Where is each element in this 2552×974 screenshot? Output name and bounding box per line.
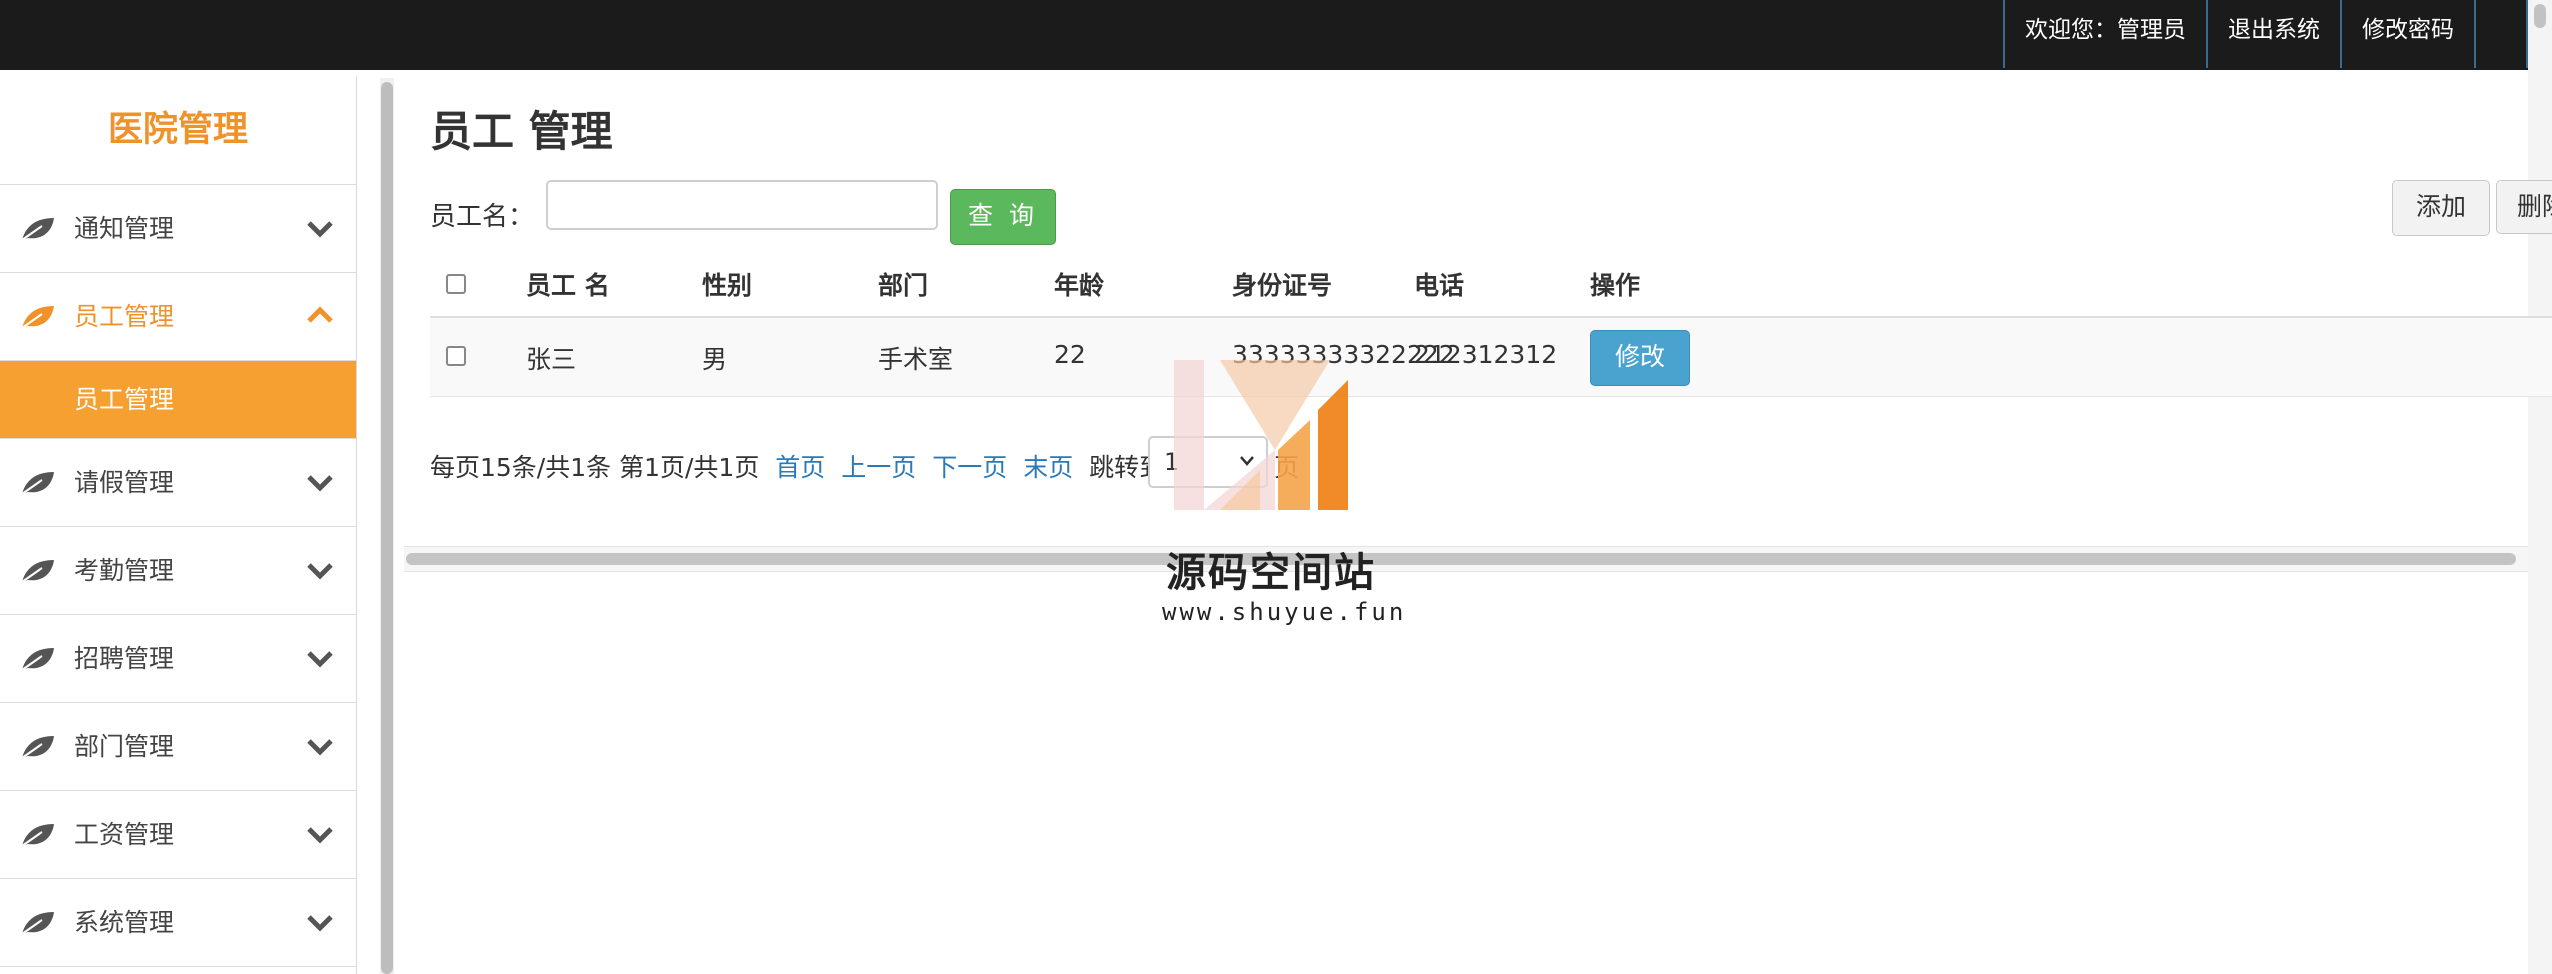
sidebar-subitem-staff[interactable]: 员工管理	[0, 361, 356, 439]
column-header: 员工 名	[526, 271, 610, 300]
sidebar-scroll-thumb[interactable]	[381, 82, 393, 974]
chevron-down-icon	[307, 221, 333, 238]
column-header: 性别	[702, 271, 753, 300]
leaf-icon	[21, 912, 54, 935]
change-password-link[interactable]: 修改密码	[2340, 0, 2474, 68]
watermark-url: www.shuyue.fun	[1162, 598, 1407, 626]
prev-page-link[interactable]: 上一页	[841, 453, 916, 482]
sidebar-item-department[interactable]: 部门管理	[0, 703, 356, 791]
sidebar-item-label: 招聘管理	[74, 644, 175, 673]
column-header: 年龄	[1054, 271, 1105, 300]
sidebar-brand: 医院管理	[0, 76, 356, 185]
leaf-icon	[21, 218, 54, 241]
sidebar-item-system[interactable]: 系统管理	[0, 879, 356, 967]
delete-button[interactable]: 删除	[2496, 180, 2552, 234]
leaf-icon	[21, 306, 54, 329]
sidebar-item-label: 员工管理	[74, 302, 175, 331]
cell-phone: 212312312	[1414, 340, 1558, 369]
table-header: 员工 名 性别 部门 年龄 身份证号 电话 操作	[430, 252, 2552, 318]
next-page-link[interactable]: 下一页	[932, 453, 1007, 482]
sidebar-item-staff[interactable]: 员工管理	[0, 273, 356, 361]
sidebar-item-leave[interactable]: 请假管理	[0, 439, 356, 527]
employee-table: 员工 名 性别 部门 年龄 身份证号 电话 操作 张三 男 手术室 22 333…	[430, 252, 2552, 397]
select-all-checkbox[interactable]	[446, 274, 466, 294]
leaf-icon	[21, 648, 54, 671]
page-title: 员工 管理	[430, 107, 613, 156]
horizontal-scroll-thumb[interactable]	[406, 553, 2516, 565]
sidebar-item-label: 请假管理	[74, 468, 175, 497]
chevron-down-icon	[307, 739, 333, 756]
welcome-text: 欢迎您：管理员	[2003, 0, 2206, 68]
first-page-link[interactable]: 首页	[775, 453, 825, 482]
cell-age: 22	[1054, 340, 1086, 369]
column-header: 电话	[1414, 271, 1465, 300]
sidebar-item-notice[interactable]: 通知管理	[0, 185, 356, 273]
sidebar-item-label: 考勤管理	[74, 556, 175, 585]
employee-name-input[interactable]	[546, 180, 938, 230]
leaf-icon	[21, 472, 54, 495]
leaf-icon	[21, 824, 54, 847]
pagination: 每页15条/共1条 第1页/共1页 首页 上一页 下一页 末页 跳转到第	[430, 448, 1189, 484]
sidebar: 医院管理 通知管理 员工管理 员工管理 请假管理 考勤管理 招聘管理 部门管理 …	[0, 76, 357, 974]
column-header: 部门	[878, 271, 929, 300]
sidebar-item-label: 部门管理	[74, 732, 175, 761]
sidebar-item-recruit[interactable]: 招聘管理	[0, 615, 356, 703]
top-navbar: 欢迎您：管理员 退出系统 修改密码	[0, 0, 2528, 70]
cell-gender: 男	[702, 345, 728, 374]
top-nav-menu: 欢迎您：管理员 退出系统 修改密码	[2003, 0, 2528, 68]
last-page-link[interactable]: 末页	[1023, 453, 1073, 482]
sidebar-scrollbar[interactable]	[380, 78, 394, 974]
main-content: 员工 管理 员工名： 查 询 添加 删除 员工 名 性别 部门 年龄 身份证号 …	[404, 72, 2552, 974]
nav-spacer	[2474, 0, 2528, 68]
leaf-icon	[21, 736, 54, 759]
column-header: 操作	[1590, 271, 1641, 300]
sidebar-item-label: 通知管理	[74, 214, 175, 243]
main-horizontal-scrollbar[interactable]	[404, 546, 2528, 572]
chevron-down-icon	[307, 915, 333, 932]
watermark-title: 源码空间站	[1166, 550, 1376, 596]
column-header: 身份证号	[1232, 271, 1333, 300]
sidebar-item-attendance[interactable]: 考勤管理	[0, 527, 356, 615]
chevron-down-icon	[307, 475, 333, 492]
cell-name: 张三	[526, 345, 577, 374]
search-label: 员工名：	[430, 202, 535, 232]
sidebar-item-label: 系统管理	[74, 908, 175, 937]
add-button[interactable]: 添加	[2392, 180, 2490, 236]
sidebar-item-label: 工资管理	[74, 820, 175, 849]
leaf-icon	[21, 560, 54, 583]
chevron-down-icon	[307, 827, 333, 844]
table-row: 张三 男 手术室 22 33333333322222 212312312 修改	[430, 318, 2552, 397]
pagination-summary: 每页15条/共1条 第1页/共1页	[430, 453, 760, 482]
chevron-down-icon	[307, 563, 333, 580]
cell-department: 手术室	[878, 345, 954, 374]
window-scroll-thumb[interactable]	[2534, 4, 2546, 28]
chevron-down-icon	[307, 651, 333, 668]
row-checkbox[interactable]	[446, 346, 466, 366]
sidebar-item-salary[interactable]: 工资管理	[0, 791, 356, 879]
chevron-up-icon	[307, 306, 333, 323]
edit-button[interactable]: 修改	[1590, 330, 1690, 386]
query-button[interactable]: 查 询	[950, 189, 1056, 245]
logout-link[interactable]: 退出系统	[2206, 0, 2340, 68]
